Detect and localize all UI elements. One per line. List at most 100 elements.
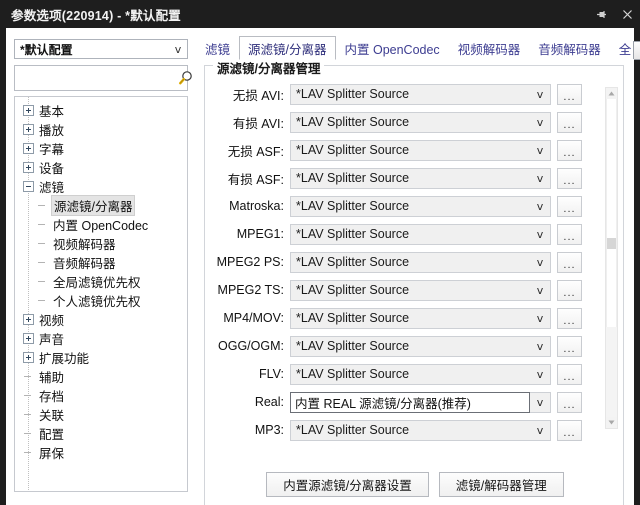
expand-icon[interactable]: [23, 105, 34, 116]
browse-button[interactable]: ...: [557, 363, 582, 385]
expand-icon[interactable]: [23, 314, 34, 325]
groupbox-button-0[interactable]: 内置源滤镜/分离器设置: [266, 472, 429, 497]
chevron-down-icon: v: [536, 311, 544, 325]
profile-select[interactable]: *默认配置 v: [14, 39, 188, 59]
tree-item-label: 全局滤镜优先权: [53, 276, 141, 290]
settings-tree[interactable]: 基本播放 字幕 设备 滤镜 源滤镜/分离器 内置 OpenCodec 视频解码器 音频解码器全…: [14, 96, 188, 492]
tree-item-5[interactable]: 源滤镜/分离器: [15, 195, 187, 216]
splitter-select[interactable]: *LAV Splitter Source v: [290, 195, 551, 217]
expand-icon[interactable]: [23, 162, 34, 173]
splitter-row-label: MPEG2 PS:: [216, 255, 284, 269]
browse-button[interactable]: ...: [557, 139, 582, 161]
browse-button[interactable]: ...: [557, 419, 582, 441]
tree-item-15[interactable]: 存档: [15, 386, 187, 405]
scroll-down-button[interactable]: [606, 417, 617, 428]
chevron-down-icon: v: [536, 87, 544, 101]
chevron-down-icon: v: [536, 339, 544, 353]
tree-item-6[interactable]: 内置 OpenCodec: [15, 215, 187, 234]
tab-4[interactable]: 音频解码器: [529, 36, 610, 60]
tree-item-14[interactable]: 辅助: [15, 367, 187, 386]
splitter-row: MPEG2 PS: *LAV Splitter Source v...: [205, 251, 625, 273]
tree-item-1[interactable]: 播放: [15, 120, 187, 139]
tree-item-label: 播放: [39, 124, 65, 138]
splitter-row: MP3: *LAV Splitter Source v...: [205, 419, 625, 441]
splitter-select[interactable]: *LAV Splitter Source v: [290, 419, 551, 441]
groupbox-title: 源滤镜/分离器管理: [213, 58, 325, 77]
splitter-select[interactable]: 内置 REAL 源滤镜/分离器(推荐) v: [290, 391, 551, 413]
tree-item-0[interactable]: 基本: [15, 101, 187, 120]
splitter-row-label: MP4/MOV:: [223, 311, 284, 325]
tree-item-12[interactable]: 声音: [15, 329, 187, 348]
chevron-down-icon: v: [536, 367, 544, 381]
browse-button[interactable]: ...: [557, 83, 582, 105]
tree-item-label: 配置: [39, 428, 65, 442]
splitter-select[interactable]: *LAV Splitter Source v: [290, 223, 551, 245]
chevron-down-icon: v: [536, 171, 544, 185]
tree-item-16[interactable]: 关联: [15, 405, 187, 424]
expand-icon[interactable]: [23, 124, 34, 135]
splitter-select-value: *LAV Splitter Source: [296, 171, 410, 185]
tab-0[interactable]: 滤镜: [196, 36, 239, 60]
collapse-icon[interactable]: [23, 181, 34, 192]
splitter-select[interactable]: *LAV Splitter Source v: [290, 111, 551, 133]
browse-button[interactable]: ...: [557, 335, 582, 357]
expand-icon[interactable]: [23, 352, 34, 363]
tab-5[interactable]: 全局滤镜优先权: [610, 36, 632, 60]
tree-item-11[interactable]: 视频: [15, 310, 187, 329]
close-icon[interactable]: [614, 1, 640, 27]
pin-icon[interactable]: [588, 1, 614, 27]
browse-button[interactable]: ...: [557, 223, 582, 245]
expand-icon[interactable]: [23, 143, 34, 154]
chevron-down-icon[interactable]: v: [530, 391, 551, 413]
tree-item-18[interactable]: 屏保: [15, 443, 187, 462]
splitter-list-scrollbar[interactable]: [605, 87, 618, 429]
splitter-select[interactable]: *LAV Splitter Source v: [290, 83, 551, 105]
browse-button[interactable]: ...: [557, 307, 582, 329]
browse-button[interactable]: ...: [557, 391, 582, 413]
scrollbar-track-lower[interactable]: [606, 327, 617, 419]
splitter-select[interactable]: *LAV Splitter Source v: [290, 139, 551, 161]
browse-button[interactable]: ...: [557, 279, 582, 301]
splitter-row-label: MPEG1:: [236, 227, 284, 241]
profile-select-value: *默认配置: [20, 42, 73, 57]
splitter-select[interactable]: *LAV Splitter Source v: [290, 363, 551, 385]
splitter-select-value[interactable]: 内置 REAL 源滤镜/分离器(推荐): [290, 391, 530, 413]
chevron-down-icon: v: [536, 227, 544, 241]
tree-item-10[interactable]: 个人滤镜优先权: [15, 291, 187, 310]
splitter-row: 无损 ASF: *LAV Splitter Source v...: [205, 139, 625, 161]
scroll-up-button[interactable]: [606, 88, 617, 99]
scrollbar-track-upper[interactable]: [606, 99, 617, 327]
splitter-select[interactable]: *LAV Splitter Source v: [290, 167, 551, 189]
tab-scroll-left-button[interactable]: [632, 40, 640, 60]
splitter-select-value: *LAV Splitter Source: [296, 199, 410, 213]
expand-icon[interactable]: [23, 333, 34, 344]
splitter-select[interactable]: *LAV Splitter Source v: [290, 251, 551, 273]
splitter-select[interactable]: *LAV Splitter Source v: [290, 307, 551, 329]
tree-item-2[interactable]: 字幕: [15, 139, 187, 158]
groupbox-button-1[interactable]: 滤镜/解码器管理: [438, 472, 564, 497]
scrollbar-thumb[interactable]: [607, 238, 616, 249]
search-icon[interactable]: [177, 66, 194, 90]
splitter-row-label: 有损 ASF:: [227, 172, 284, 187]
tree-item-3[interactable]: 设备: [15, 158, 187, 177]
tab-3[interactable]: 视频解码器: [449, 36, 530, 60]
tree-item-8[interactable]: 音频解码器: [15, 253, 187, 272]
tree-item-7[interactable]: 视频解码器: [15, 234, 187, 253]
splitter-row: 有损 ASF: *LAV Splitter Source v...: [205, 167, 625, 189]
tree-item-9[interactable]: 全局滤镜优先权: [15, 272, 187, 291]
browse-button[interactable]: ...: [557, 167, 582, 189]
search-box[interactable]: [14, 65, 192, 91]
search-input[interactable]: [15, 70, 177, 86]
browse-button[interactable]: ...: [557, 195, 582, 217]
splitter-select[interactable]: *LAV Splitter Source v: [290, 335, 551, 357]
browse-button[interactable]: ...: [557, 111, 582, 133]
browse-button[interactable]: ...: [557, 251, 582, 273]
tree-item-17[interactable]: 配置: [15, 424, 187, 443]
tree-item-label: 个人滤镜优先权: [53, 295, 141, 309]
tab-1[interactable]: 源滤镜/分离器: [239, 36, 336, 60]
tree-item-4[interactable]: 滤镜: [15, 177, 187, 196]
tree-item-13[interactable]: 扩展功能: [15, 348, 187, 367]
splitter-select[interactable]: *LAV Splitter Source v: [290, 279, 551, 301]
tab-2[interactable]: 内置 OpenCodec: [336, 36, 449, 60]
tree-leaf-dash-icon: [37, 276, 48, 287]
